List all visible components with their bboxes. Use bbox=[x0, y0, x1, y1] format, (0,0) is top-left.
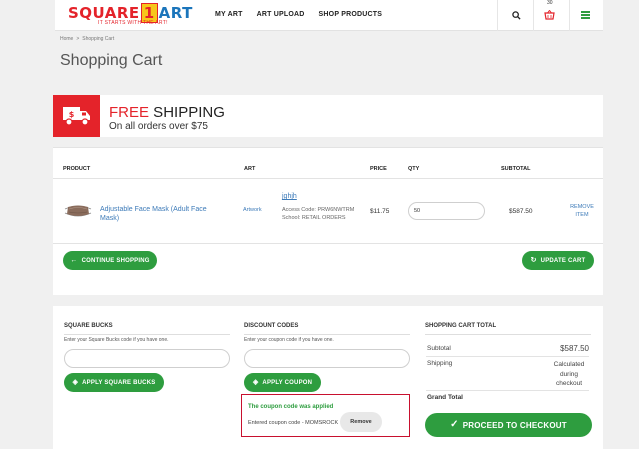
site-logo[interactable]: SQUARE 1 ART IT STARTS WITH THE ART! bbox=[68, 3, 192, 27]
apply-coupon-label: APPLY COUPON bbox=[262, 379, 313, 386]
square-bucks-hint: Enter your Square Bucks code if you have… bbox=[64, 337, 169, 343]
free-shipping-banner: $ FREE SHIPPING On all orders over $75 bbox=[53, 95, 603, 137]
shipping-subtitle: On all orders over $75 bbox=[109, 121, 208, 132]
top-bar: SQUARE 1 ART IT STARTS WITH THE ART! MY AR… bbox=[55, 0, 603, 31]
cart-total-heading: SHOPPING CART TOTAL bbox=[425, 323, 497, 329]
divider bbox=[425, 334, 591, 335]
column-header-price: PRICE bbox=[370, 166, 387, 172]
apply-square-bucks-button[interactable]: ◈ APPLY SQUARE BUCKS bbox=[64, 373, 164, 392]
column-header-qty: QTY bbox=[408, 166, 420, 172]
breadcrumb-home[interactable]: Home bbox=[60, 36, 73, 42]
svg-text:$: $ bbox=[68, 110, 74, 119]
update-cart-label: UPDATE CART bbox=[540, 257, 586, 264]
subtotal-value: $587.50 bbox=[560, 344, 589, 353]
arrow-left-icon: ← bbox=[70, 257, 78, 264]
menu-icon[interactable] bbox=[578, 8, 592, 22]
continue-shopping-button[interactable]: ← CONTINUE SHOPPING bbox=[63, 251, 157, 270]
item-price: $11.75 bbox=[370, 208, 390, 215]
school-name: School: RETAIL ORDERS bbox=[282, 215, 346, 221]
truck-icon: $ bbox=[53, 95, 100, 137]
tag-icon: ◈ bbox=[72, 379, 79, 386]
subtotal-label: Subtotal bbox=[427, 345, 451, 352]
product-name-link[interactable]: Adjustable Face Mask (Adult Face Mask) bbox=[100, 206, 220, 223]
check-icon: ✓ bbox=[450, 419, 459, 430]
search-icon[interactable] bbox=[509, 8, 523, 22]
update-cart-button[interactable]: ↻ UPDATE CART bbox=[522, 251, 594, 270]
nav-art-upload[interactable]: ART UPLOAD bbox=[257, 11, 305, 18]
column-header-art: ART bbox=[244, 166, 256, 172]
header-divider bbox=[497, 0, 498, 31]
nav-my-art[interactable]: MY ART bbox=[215, 11, 243, 18]
shipping-label: Shipping bbox=[427, 360, 453, 367]
divider bbox=[53, 243, 603, 244]
nav-shop-products[interactable]: SHOP PRODUCTS bbox=[319, 11, 383, 18]
page-title: Shopping Cart bbox=[60, 52, 163, 69]
coupon-applied-message: The coupon code was applied bbox=[248, 404, 334, 410]
face-mask-thumbnail[interactable] bbox=[63, 203, 93, 219]
column-header-product: PRODUCT bbox=[63, 166, 91, 172]
square-bucks-input[interactable] bbox=[64, 349, 230, 368]
artwork-image[interactable]: Artwork bbox=[243, 207, 262, 213]
continue-shopping-label: CONTINUE SHOPPING bbox=[81, 257, 150, 264]
grand-total-label: Grand Total bbox=[427, 394, 463, 401]
header-divider bbox=[533, 0, 534, 31]
discount-codes-heading: DISCOUNT CODES bbox=[244, 323, 299, 329]
proceed-to-checkout-button[interactable]: ✓ PROCEED TO CHECKOUT bbox=[425, 413, 592, 437]
divider bbox=[53, 178, 603, 179]
shipping-title: FREE SHIPPING bbox=[109, 104, 225, 121]
discount-hint: Enter your coupon code if you have one. bbox=[244, 337, 334, 343]
cart-icon[interactable] bbox=[542, 8, 556, 22]
divider bbox=[53, 147, 603, 148]
main-nav: MY ART ART UPLOAD SHOP PRODUCTS bbox=[215, 11, 382, 18]
refresh-icon: ↻ bbox=[530, 257, 537, 264]
shipping-value: Calculated during checkout bbox=[553, 361, 585, 387]
apply-square-bucks-label: APPLY SQUARE BUCKS bbox=[82, 379, 156, 386]
tag-icon: ◈ bbox=[252, 379, 259, 386]
remove-item-link[interactable]: REMOVE ITEM bbox=[568, 203, 596, 219]
cart-count-badge: 30 bbox=[547, 0, 553, 6]
breadcrumb-current: Shopping Cart bbox=[82, 36, 115, 42]
remove-coupon-button[interactable]: Remove bbox=[340, 412, 382, 432]
quantity-input[interactable]: 50 bbox=[408, 202, 485, 220]
coupons-and-totals-panel: SQUARE BUCKS Enter your Square Bucks cod… bbox=[53, 306, 603, 449]
apply-coupon-button[interactable]: ◈ APPLY COUPON bbox=[244, 373, 321, 392]
divider bbox=[426, 390, 589, 391]
art-details: Access Code: PRW6NWTRM School: RETAIL OR… bbox=[282, 206, 354, 222]
breadcrumb: Home > Shopping Cart bbox=[60, 36, 114, 42]
divider bbox=[426, 356, 589, 357]
cart-table: PRODUCT ART PRICE QTY SUBTOTAL Adjustabl… bbox=[53, 147, 603, 295]
header-divider bbox=[569, 0, 570, 31]
access-code: Access Code: PRW6NWTRM bbox=[282, 207, 355, 213]
coupon-code-input[interactable] bbox=[244, 349, 410, 368]
logo-tagline: IT STARTS WITH THE ART! bbox=[98, 20, 168, 26]
artwork-image-alt: Artwork bbox=[243, 207, 262, 213]
divider bbox=[64, 334, 230, 335]
entered-coupon-text: Entered coupon code - MOMSROCK bbox=[248, 420, 339, 426]
divider bbox=[244, 334, 410, 335]
art-name-link[interactable]: jghjh bbox=[282, 193, 297, 200]
proceed-to-checkout-label: PROCEED TO CHECKOUT bbox=[462, 420, 567, 430]
applied-coupon-box: The coupon code was applied Entered coup… bbox=[241, 394, 410, 437]
column-header-subtotal: SUBTOTAL bbox=[501, 166, 531, 172]
item-subtotal: $587.50 bbox=[509, 208, 533, 215]
square-bucks-heading: SQUARE BUCKS bbox=[64, 323, 113, 329]
breadcrumb-separator: > bbox=[76, 36, 80, 42]
